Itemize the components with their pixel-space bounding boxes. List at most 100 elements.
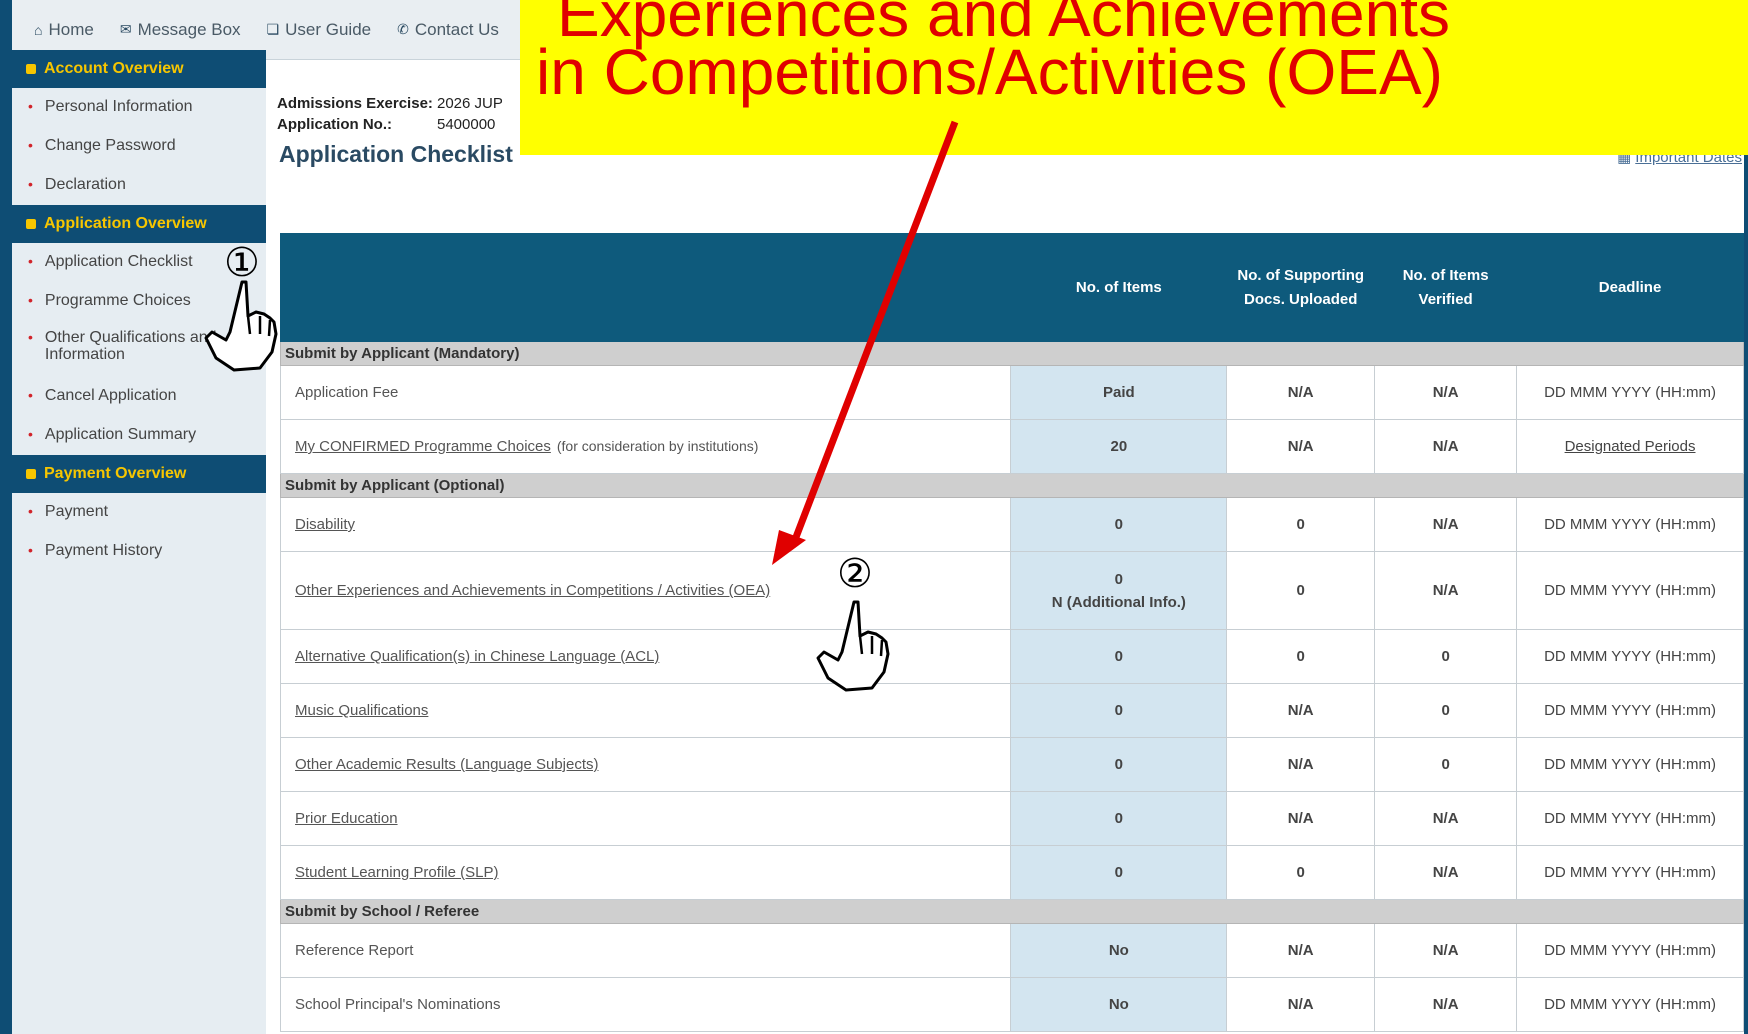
table-row: Prior Education 0 N/A N/A DD MMM YYYY (H… [279,791,1744,846]
prior-education-link[interactable]: Prior Education [295,810,398,827]
sidebar-item-cancel-application[interactable]: • Cancel Application [12,377,266,416]
sidebar-item-change-password[interactable]: • Change Password [12,127,266,166]
sidebar-item-other-qualifications[interactable]: • Other Qualifications and Information [12,321,266,377]
item-name: My CONFIRMED Programme Choices (for consi… [279,419,1012,474]
sidebar-item-application-summary[interactable]: • Application Summary [12,416,266,455]
table-row: Student Learning Profile (SLP) 0 0 N/A D… [279,845,1744,900]
docs-count: 0 [1226,497,1376,552]
verified-count: N/A [1374,845,1518,900]
verified-count: N/A [1374,977,1518,1032]
item-count: 0 [1010,497,1228,552]
designated-periods-link[interactable]: Designated Periods [1565,438,1696,455]
book-icon: ❏ [266,21,280,37]
sidebar-item-label: Personal Information [44,98,193,115]
sidebar-item-payment-history[interactable]: • Payment History [12,532,266,571]
item-count: 0 [1010,629,1228,684]
oea-link[interactable]: Other Experiences and Achievements in Co… [295,582,770,599]
sidebar-header-payment-overview[interactable]: Payment Overview [12,455,266,493]
item-count: No [1010,977,1228,1032]
exercise-value: 2026 JUP [437,95,503,112]
sidebar-item-personal-information[interactable]: • Personal Information [12,88,266,127]
application-info: Admissions Exercise: 2026 JUP Applicatio… [277,95,503,137]
deadline: DD MMM YYYY (HH:mm) [1516,683,1744,738]
page-title: Application Checklist [279,141,513,167]
sidebar-item-label: Other Qualifications and Information [44,329,217,363]
step-1-marker: ① [224,240,260,286]
item-name: Other Academic Results (Language Subject… [279,737,1012,792]
docs-count: 0 [1226,629,1376,684]
verified-count: N/A [1374,497,1518,552]
table-row: Reference Report No N/A N/A DD MMM YYYY … [279,923,1744,978]
bullet-icon: • [28,542,33,558]
item-count: 0 [1010,737,1228,792]
programme-choices-link[interactable]: My CONFIRMED Programme Choices [295,438,551,455]
sidebar-item-label: Application Summary [44,426,197,443]
item-name: Prior Education [279,791,1012,846]
exercise-label: Admissions Exercise: [277,95,433,112]
verified-count: N/A [1374,791,1518,846]
sidebar-item-payment[interactable]: • Payment [12,493,266,532]
column-header-no-of-items: No. of Items [1010,233,1228,342]
docs-count: 0 [1226,551,1376,630]
section-title: Submit by Applicant (Optional) [280,473,1744,498]
item-count: 0 N (Additional Info.) [1010,551,1228,630]
table-row: Disability 0 0 N/A DD MMM YYYY (HH:mm) [279,497,1744,552]
section-title: Submit by Applicant (Mandatory) [280,341,1744,366]
deadline: DD MMM YYYY (HH:mm) [1516,977,1744,1032]
bullet-icon: • [28,503,33,519]
docs-count: N/A [1226,977,1376,1032]
deadline: DD MMM YYYY (HH:mm) [1516,551,1744,630]
item-count: 20 [1010,419,1228,474]
sidebar-header-account-overview[interactable]: Account Overview [12,50,266,88]
acl-link[interactable]: Alternative Qualification(s) in Chinese … [295,648,659,665]
section-marker-icon [26,469,36,479]
other-academic-results-link[interactable]: Other Academic Results (Language Subject… [295,756,599,773]
section-row-school-referee: Submit by School / Referee [280,899,1744,924]
section-row-mandatory: Submit by Applicant (Mandatory) [280,341,1744,366]
nav-contact-us[interactable]: ✆ Contact Us [397,20,499,40]
sidebar-item-programme-choices[interactable]: • Programme Choices [12,282,266,321]
sidebar-header-label: Application Overview [44,215,207,232]
docs-count: N/A [1226,737,1376,792]
bullet-icon: • [28,292,33,308]
sidebar-header-application-overview[interactable]: Application Overview [12,205,266,243]
table-row: Application Fee Paid N/A N/A DD MMM YYYY… [279,365,1744,420]
slp-link[interactable]: Student Learning Profile (SLP) [295,864,498,881]
bullet-icon: • [28,253,33,269]
docs-count: N/A [1226,791,1376,846]
item-name: Other Experiences and Achievements in Co… [279,551,1012,630]
bullet-icon: • [28,137,33,153]
table-row: School Principal's Nominations No N/A N/… [279,977,1744,1032]
callout-banner: Experiences and Achievements in Competit… [520,0,1748,155]
deadline: Designated Periods [1516,419,1744,474]
verified-count: N/A [1374,365,1518,420]
nav-message-box[interactable]: ✉ Message Box [120,20,241,40]
sidebar-item-declaration[interactable]: • Declaration [12,166,266,205]
item-count: No [1010,923,1228,978]
sidebar-item-label: Cancel Application [44,387,177,404]
nav-home[interactable]: ⌂ Home [34,20,94,40]
deadline: DD MMM YYYY (HH:mm) [1516,365,1744,420]
bullet-icon: • [28,387,33,403]
docs-count: N/A [1226,419,1376,474]
sidebar-header-label: Account Overview [44,60,184,77]
bullet-icon: • [28,98,33,114]
music-qualifications-link[interactable]: Music Qualifications [295,702,428,719]
section-marker-icon [26,219,36,229]
item-count: 0 [1010,845,1228,900]
verified-count: N/A [1374,923,1518,978]
item-count: Paid [1010,365,1228,420]
disability-link[interactable]: Disability [295,516,355,533]
application-checklist-table: No. of Items No. of Supporting Docs. Upl… [279,233,1744,1032]
nav-user-guide-label: User Guide [285,19,372,39]
table-row-oea: Other Experiences and Achievements in Co… [279,551,1744,630]
column-header-item [279,233,1012,342]
docs-count: 0 [1226,845,1376,900]
verified-count: N/A [1374,551,1518,630]
nav-user-guide[interactable]: ❏ User Guide [267,20,372,40]
sidebar-item-label: Change Password [44,137,176,154]
nav-home-label: Home [48,19,94,39]
deadline: DD MMM YYYY (HH:mm) [1516,845,1744,900]
docs-count: N/A [1226,923,1376,978]
docs-count: N/A [1226,683,1376,738]
